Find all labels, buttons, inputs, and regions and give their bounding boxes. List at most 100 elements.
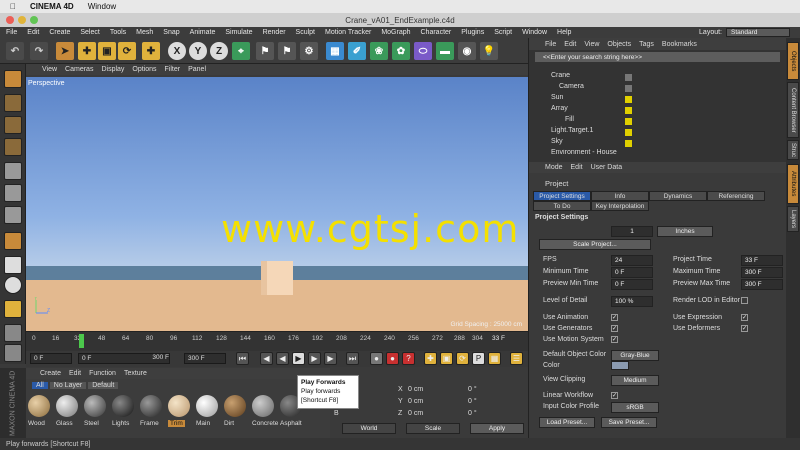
visibility-dot[interactable] xyxy=(625,85,632,92)
view-clipping-dropdown[interactable]: Medium xyxy=(611,375,659,386)
object-row[interactable]: Light.Target.1 xyxy=(529,127,787,138)
use-deformers-checkbox[interactable]: ✓ xyxy=(741,325,748,332)
object-row[interactable]: Crane xyxy=(529,72,787,83)
preview-min-field[interactable]: 0 F xyxy=(611,279,653,290)
save-preset-button[interactable]: Save Preset... xyxy=(601,417,657,428)
polygons-mode-icon[interactable] xyxy=(4,206,22,224)
object-row[interactable]: Array xyxy=(529,105,787,116)
objmgr-menu-view[interactable]: View xyxy=(584,41,599,48)
tweak-mode-icon[interactable] xyxy=(4,256,22,274)
menu-mograph[interactable]: MoGraph xyxy=(381,29,410,36)
make-editable-icon[interactable] xyxy=(4,70,22,88)
material-wood[interactable] xyxy=(28,395,50,417)
previous-frame-icon[interactable]: ◀ xyxy=(276,352,289,365)
render-picture-viewer-icon[interactable]: ⚑ xyxy=(278,42,296,60)
redo-icon[interactable]: ↷ xyxy=(30,42,48,60)
z-axis-button[interactable]: Z xyxy=(210,42,228,60)
keyframe-selection-icon[interactable]: ? xyxy=(402,352,415,365)
menu-mesh[interactable]: Mesh xyxy=(136,29,153,36)
model-mode-icon[interactable] xyxy=(4,94,22,112)
cube-icon[interactable]: ▦ xyxy=(326,42,344,60)
material-main[interactable] xyxy=(196,395,218,417)
filter-tab-default[interactable]: Default xyxy=(88,382,119,389)
side-tab-content-browser[interactable]: Content Browser xyxy=(787,82,799,138)
scale-key-icon[interactable]: ▣ xyxy=(440,352,453,365)
position-key-icon[interactable]: ✚ xyxy=(424,352,437,365)
menu-window[interactable]: Window xyxy=(522,29,547,36)
objmgr-menu-objects[interactable]: Objects xyxy=(607,41,631,48)
attr-menu-edit[interactable]: Edit xyxy=(571,164,583,171)
parameter-key-icon[interactable]: P xyxy=(472,352,485,365)
coord-h-field[interactable]: 0 ° xyxy=(468,386,477,393)
rotation-key-icon[interactable]: ⟳ xyxy=(456,352,469,365)
object-row[interactable]: Environment - House xyxy=(529,149,787,160)
app-menu[interactable]: CINEMA 4D xyxy=(30,2,74,11)
default-object-color-dropdown[interactable]: Gray-Blue xyxy=(611,350,659,361)
y-axis-button[interactable]: Y xyxy=(189,42,207,60)
window-menu[interactable]: Window xyxy=(88,2,116,11)
linear-workflow-checkbox[interactable]: ✓ xyxy=(611,392,618,399)
visibility-dot[interactable] xyxy=(625,129,632,136)
load-preset-button[interactable]: Load Preset... xyxy=(539,417,595,428)
material-lights[interactable] xyxy=(112,395,134,417)
coord-y-field[interactable]: 0 cm xyxy=(408,398,423,405)
lock-icon[interactable] xyxy=(4,324,22,342)
menu-plugins[interactable]: Plugins xyxy=(461,29,484,36)
magnet-icon[interactable] xyxy=(4,300,22,318)
viewport-menu-options[interactable]: Options xyxy=(132,66,156,73)
points-mode-icon[interactable] xyxy=(4,162,22,180)
next-frame-icon[interactable]: ▶ xyxy=(308,352,321,365)
side-tab-layers[interactable]: Layers xyxy=(787,206,799,232)
menu-select[interactable]: Select xyxy=(80,29,99,36)
coord-b-field[interactable]: 0 ° xyxy=(468,410,477,417)
visibility-dot[interactable] xyxy=(625,140,632,147)
workplane-icon[interactable] xyxy=(4,138,22,156)
range-end-field[interactable]: 300 F xyxy=(142,353,172,364)
x-axis-button[interactable]: X xyxy=(168,42,186,60)
playhead[interactable] xyxy=(79,334,84,348)
move-icon[interactable]: ✚ xyxy=(78,42,96,60)
transform-icon[interactable]: ✚ xyxy=(142,42,160,60)
size-mode-dropdown[interactable]: Scale xyxy=(406,423,460,434)
tab-info[interactable]: Info xyxy=(591,191,649,201)
viewport-menu-filter[interactable]: Filter xyxy=(165,66,181,73)
side-tab-structure[interactable]: Struc xyxy=(787,140,799,160)
object-row[interactable]: Camera xyxy=(529,83,787,94)
object-row[interactable]: Fill xyxy=(529,116,787,127)
coord-x-field[interactable]: 0 cm xyxy=(408,386,423,393)
material-menu-texture[interactable]: Texture xyxy=(124,370,147,377)
autokey-icon[interactable]: ● xyxy=(386,352,399,365)
object-row[interactable]: Sky xyxy=(529,138,787,149)
scale-icon[interactable]: ▣ xyxy=(98,42,116,60)
visibility-dot[interactable] xyxy=(625,107,632,114)
menu-help[interactable]: Help xyxy=(557,29,571,36)
menu-script[interactable]: Script xyxy=(494,29,512,36)
viewport-menu-display[interactable]: Display xyxy=(101,66,124,73)
menu-character[interactable]: Character xyxy=(421,29,452,36)
rotate-icon[interactable]: ⟳ xyxy=(118,42,136,60)
texture-mode-icon[interactable] xyxy=(4,116,22,134)
coord-p-field[interactable]: 0 ° xyxy=(468,398,477,405)
material-menu-create[interactable]: Create xyxy=(40,370,61,377)
use-generators-checkbox[interactable]: ✓ xyxy=(611,325,618,332)
grid-icon[interactable] xyxy=(4,344,22,362)
material-concrete[interactable] xyxy=(252,395,274,417)
tab-to-do[interactable]: To Do xyxy=(533,201,591,211)
filter-tab-no-layer[interactable]: No Layer xyxy=(49,382,87,389)
layout-dropdown[interactable]: Standard xyxy=(726,28,790,37)
menu-file[interactable]: File xyxy=(6,29,17,36)
material-dirt[interactable] xyxy=(224,395,246,417)
start-frame-field[interactable]: 0 F xyxy=(30,353,72,364)
viewport[interactable]: Perspective www.cgtsj.com Y Z Grid Spaci… xyxy=(26,77,528,331)
pen-icon[interactable]: ✐ xyxy=(348,42,366,60)
use-expression-checkbox[interactable]: ✓ xyxy=(741,314,748,321)
timeline[interactable]: 0 16 32 48 64 80 96 112 128 144 160 176 … xyxy=(26,331,528,351)
zoom-icon[interactable] xyxy=(30,16,38,24)
use-animation-checkbox[interactable]: ✓ xyxy=(611,314,618,321)
edges-mode-icon[interactable] xyxy=(4,184,22,202)
preview-max-field[interactable]: 300 F xyxy=(741,279,783,290)
min-time-field[interactable]: 0 F xyxy=(611,267,653,278)
material-glass[interactable] xyxy=(56,395,78,417)
menu-snap[interactable]: Snap xyxy=(163,29,179,36)
snap-icon[interactable] xyxy=(4,276,22,294)
